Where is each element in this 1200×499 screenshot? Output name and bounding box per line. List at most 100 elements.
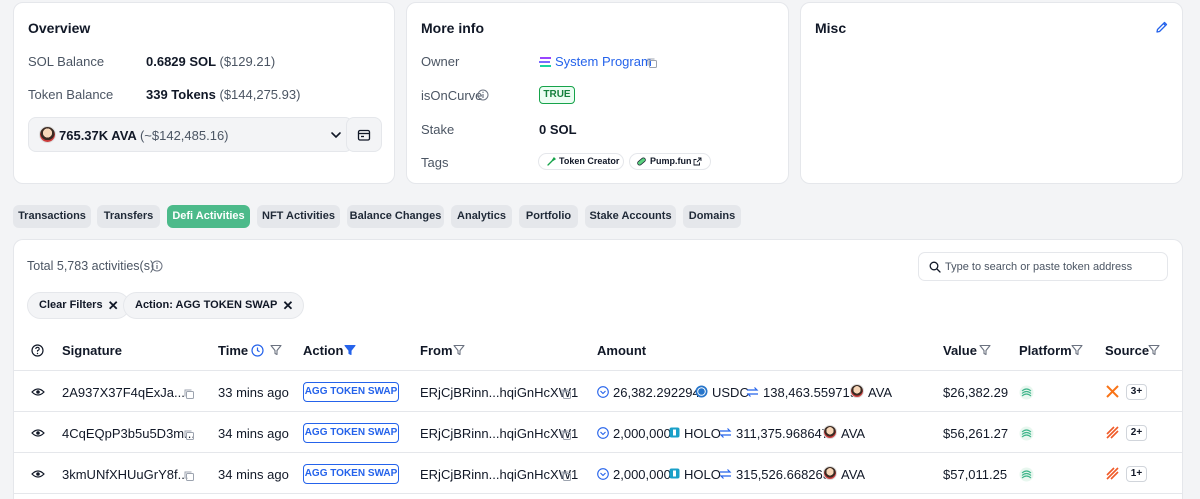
filter-icon[interactable] — [270, 344, 282, 356]
stake-label: Stake — [421, 122, 455, 137]
sol-amount: 0.6829 SOL — [146, 54, 216, 69]
eye-icon[interactable] — [31, 428, 45, 438]
overview-title: Overview — [28, 20, 91, 36]
usdc-icon — [695, 385, 708, 398]
amount-in: 26,382.292294 — [613, 385, 700, 400]
col-from: From — [420, 343, 453, 358]
col-time: Time — [218, 343, 249, 358]
token-balance-value: 339 Tokens ($144,275.93) — [146, 87, 300, 102]
copy-icon[interactable] — [646, 57, 658, 69]
filter-icon[interactable] — [1071, 344, 1083, 356]
from-address[interactable]: ERjCjBRinn...hqiGnHcXW1 — [420, 426, 578, 441]
clear-filters-button[interactable]: Clear Filters ✕ — [27, 292, 130, 319]
tab-domains[interactable]: Domains — [683, 205, 741, 228]
signature-link[interactable]: 3kmUNfXHUuGrY8f... — [62, 467, 188, 482]
tab-analytics[interactable]: Analytics — [451, 205, 512, 228]
holo-icon — [669, 427, 680, 438]
tag-label: Pump.fun — [650, 156, 692, 166]
amount-out: 315,526.668263 — [736, 467, 830, 482]
wallet-icon — [357, 129, 371, 141]
swap-in-icon — [597, 386, 609, 398]
misc-card: Misc — [800, 2, 1183, 184]
copy-icon[interactable] — [183, 429, 195, 441]
token-in-link[interactable]: USDC — [712, 385, 749, 400]
token-out-link[interactable]: AVA — [841, 426, 865, 441]
action-badge: AGG TOKEN SWAP — [303, 382, 399, 402]
owner-link[interactable]: System Program — [555, 54, 652, 69]
more-info-card: More info Owner System Program isOnCurve… — [406, 2, 789, 184]
tab-transactions[interactable]: Transactions — [13, 205, 91, 228]
divider — [14, 370, 1182, 371]
col-action: Action — [303, 343, 344, 358]
filter-icon[interactable] — [453, 344, 465, 356]
token-out-link[interactable]: AVA — [841, 467, 865, 482]
ava-token-icon — [823, 425, 837, 439]
token-in-link[interactable]: HOLO — [684, 426, 721, 441]
source-count-badge[interactable]: 2+ — [1126, 425, 1147, 441]
token-account-button[interactable] — [346, 117, 382, 152]
action-filter-chip[interactable]: Action: AGG TOKEN SWAP ✕ — [123, 292, 305, 319]
info-icon — [151, 260, 163, 272]
filter-icon[interactable] — [1148, 344, 1160, 356]
swap-arrows-icon — [746, 387, 759, 397]
tab-portfolio[interactable]: Portfolio — [519, 205, 578, 228]
clock-icon[interactable] — [251, 344, 264, 357]
time-cell: 34 mins ago — [218, 426, 289, 441]
eye-icon[interactable] — [31, 469, 45, 479]
source-icon[interactable] — [1106, 426, 1119, 439]
from-address[interactable]: ERjCjBRinn...hqiGnHcXW1 — [420, 385, 578, 400]
swap-arrows-icon — [719, 469, 732, 479]
ava-token-icon — [850, 384, 864, 398]
edit-pencil-icon[interactable] — [1155, 20, 1169, 34]
ava-token-icon — [823, 466, 837, 480]
filter-active-icon[interactable] — [344, 344, 356, 356]
token-search-input[interactable]: Type to search or paste token address — [918, 252, 1168, 281]
close-icon[interactable]: ✕ — [283, 293, 294, 318]
tab-stake-accounts[interactable]: Stake Accounts — [585, 205, 676, 228]
selected-token: 765.37K AVA — [59, 128, 137, 143]
source-count-badge[interactable]: 3+ — [1126, 384, 1147, 400]
token-count: 339 Tokens — [146, 87, 216, 102]
token-in-link[interactable]: HOLO — [684, 467, 721, 482]
token-out-link[interactable]: AVA — [868, 385, 892, 400]
chip-label: Action: AGG TOKEN SWAP — [135, 299, 278, 311]
copy-icon[interactable] — [183, 388, 195, 400]
col-platform: Platform — [1019, 343, 1072, 358]
eye-icon[interactable] — [31, 387, 45, 397]
copy-icon[interactable] — [560, 429, 572, 441]
tag-token-creator[interactable]: Token Creator — [538, 153, 624, 170]
tab-transfers[interactable]: Transfers — [97, 205, 160, 228]
misc-title: Misc — [815, 20, 847, 36]
action-badge: AGG TOKEN SWAP — [303, 423, 399, 443]
chevron-down-icon — [331, 132, 341, 139]
chip-label: Clear Filters — [39, 299, 103, 311]
copy-icon[interactable] — [183, 470, 195, 482]
platform-icon[interactable] — [1019, 385, 1034, 400]
tab-balance-changes[interactable]: Balance Changes — [347, 205, 444, 228]
value-cell: $26,382.29 — [943, 385, 1009, 400]
token-select[interactable]: 765.37K AVA (~$142,485.16) — [28, 117, 353, 152]
solana-icon — [539, 57, 551, 67]
divider — [14, 411, 1182, 412]
signature-link[interactable]: 4CqEQpP3b5u5D3m... — [62, 426, 195, 441]
amount-in: 2,000,000 — [613, 426, 671, 441]
signature-link[interactable]: 2A937X37F4qExJa... — [62, 385, 185, 400]
filter-icon[interactable] — [979, 344, 991, 356]
source-count-badge[interactable]: 1+ — [1126, 466, 1147, 482]
copy-icon[interactable] — [560, 388, 572, 400]
platform-icon[interactable] — [1019, 467, 1034, 482]
platform-icon[interactable] — [1019, 426, 1034, 441]
divider — [14, 452, 1182, 453]
copy-icon[interactable] — [560, 470, 572, 482]
source-icon[interactable] — [1106, 385, 1119, 398]
from-address[interactable]: ERjCjBRinn...hqiGnHcXW1 — [420, 467, 578, 482]
close-icon: ✕ — [107, 298, 119, 313]
tag-pump-fun[interactable]: Pump.fun — [629, 153, 711, 170]
tab-nft-activities[interactable]: NFT Activities — [257, 205, 340, 228]
holo-icon — [669, 468, 680, 479]
tab-defi-activities[interactable]: Defi Activities — [167, 205, 250, 228]
source-icon[interactable] — [1106, 467, 1119, 480]
token-usd: ($144,275.93) — [219, 87, 301, 102]
stake-value: 0 SOL — [539, 122, 577, 137]
sol-usd: ($129.21) — [219, 54, 276, 69]
